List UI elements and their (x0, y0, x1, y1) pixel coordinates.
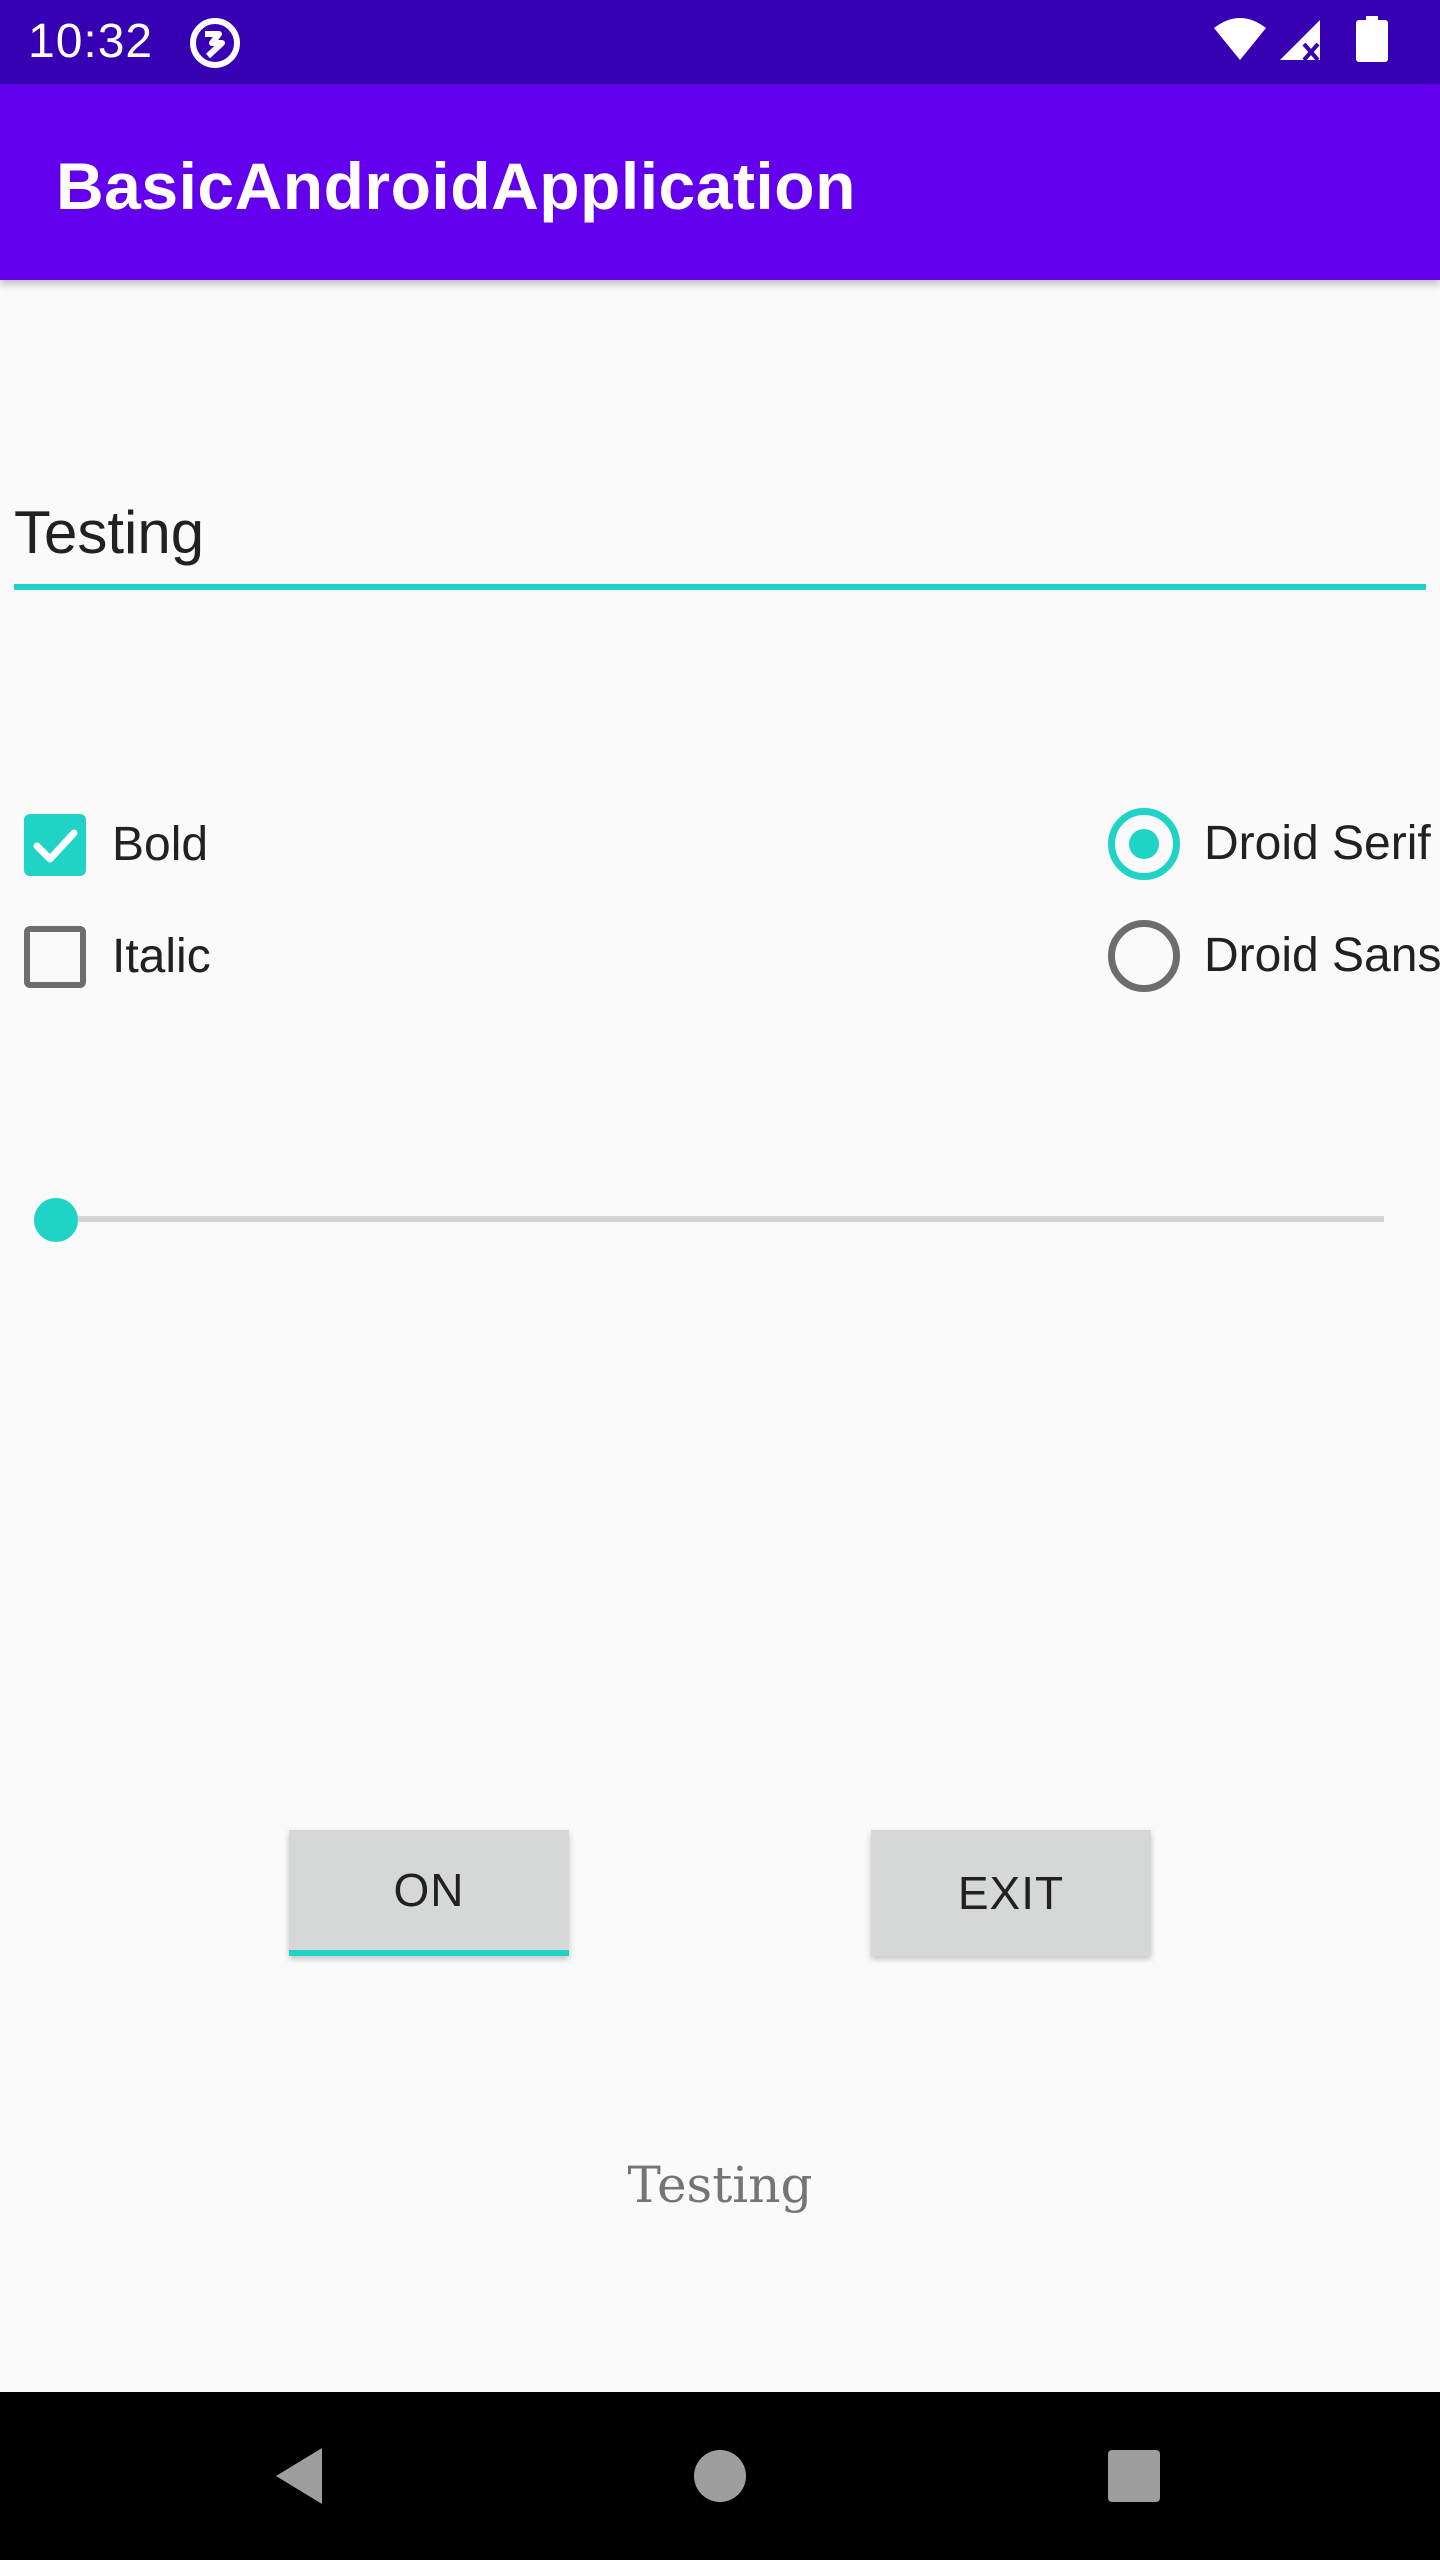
droid-serif-radio-label: Droid Serif (1204, 817, 1431, 870)
navigation-bar (0, 2392, 1440, 2560)
droid-serif-radio-row[interactable]: Droid Serif (1108, 806, 1440, 882)
droid-sans-radio-label: Droid Sans (1204, 929, 1440, 982)
back-icon[interactable] (260, 2436, 340, 2516)
app-bar: BasicAndroidApplication (0, 84, 1440, 280)
status-icons (1212, 14, 1412, 70)
italic-checkbox-label: Italic (112, 930, 211, 983)
exit-button[interactable]: EXIT (871, 1830, 1151, 1956)
output-text: Testing (627, 2156, 813, 2214)
bold-checkbox-row[interactable]: Bold (22, 810, 342, 880)
app-notification-icon (188, 16, 242, 70)
battery-icon (1356, 16, 1388, 62)
droid-serif-radio[interactable] (1108, 808, 1180, 880)
cell-signal-icon (1280, 20, 1320, 62)
italic-checkbox[interactable] (24, 926, 86, 988)
on-button[interactable]: ON (289, 1830, 569, 1956)
droid-sans-radio-row[interactable]: Droid Sans (1108, 918, 1440, 994)
status-time: 10:32 (28, 15, 154, 68)
bold-checkbox[interactable] (24, 814, 86, 876)
status-bar: 10:32 (0, 0, 1440, 84)
recents-icon[interactable] (1094, 2436, 1174, 2516)
bold-checkbox-label: Bold (112, 818, 209, 871)
wifi-icon (1214, 18, 1266, 60)
seek-track[interactable] (56, 1216, 1384, 1222)
text-input-field[interactable] (14, 480, 1426, 590)
app-title: BasicAndroidApplication (56, 149, 856, 223)
droid-sans-radio[interactable] (1108, 920, 1180, 992)
home-icon[interactable] (680, 2436, 760, 2516)
seek-thumb[interactable] (34, 1198, 78, 1242)
checkmark-icon (33, 829, 78, 863)
seek-bar[interactable] (32, 1192, 1392, 1248)
italic-checkbox-row[interactable]: Italic (22, 922, 342, 992)
